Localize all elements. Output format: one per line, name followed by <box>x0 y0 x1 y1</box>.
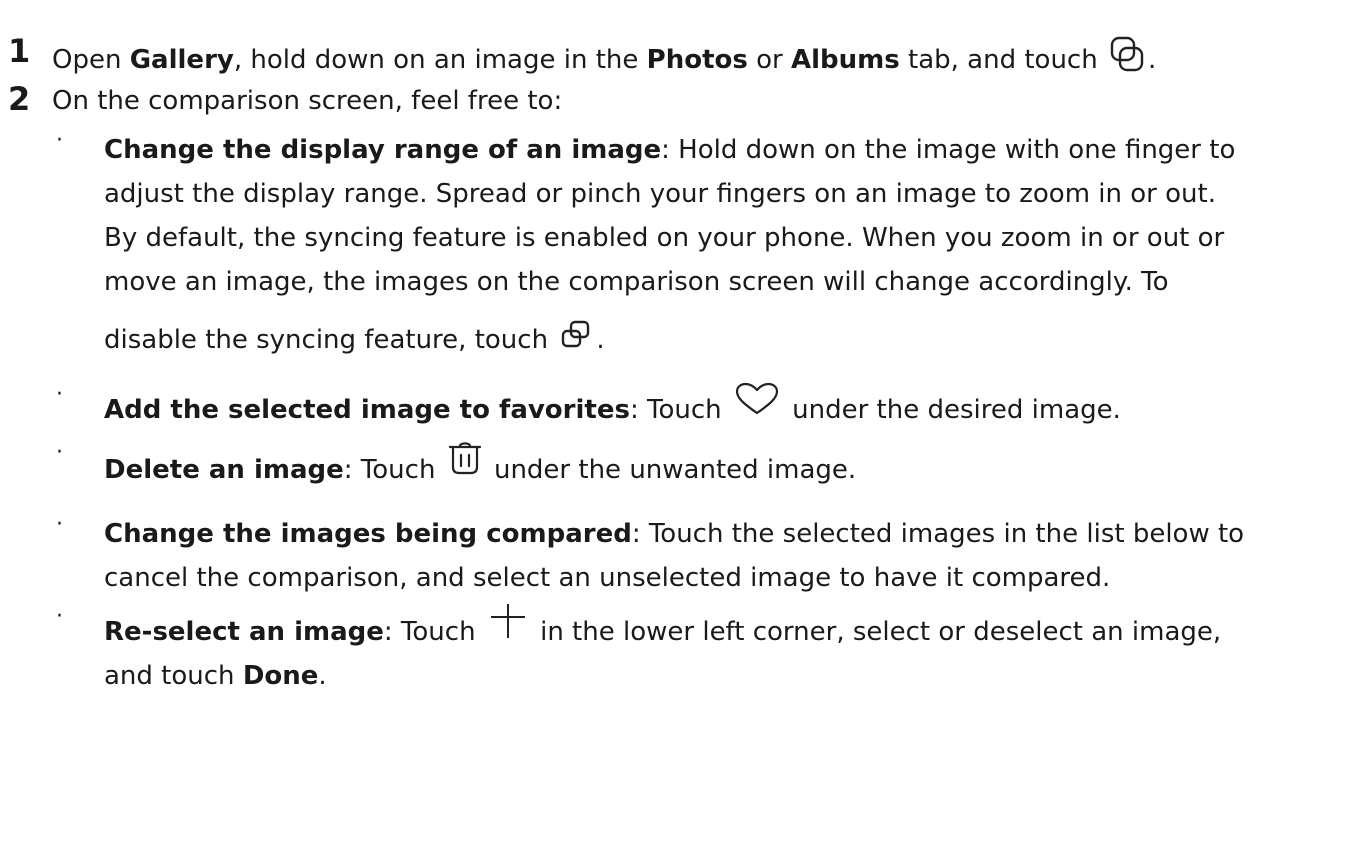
bullet-body: Change the images being compared: Touch … <box>104 519 1245 593</box>
plus-icon <box>488 604 528 640</box>
bullet-dot: · <box>56 440 63 465</box>
bullet-body: Change the display range of an image: Ho… <box>104 135 1236 355</box>
bullet-dot: · <box>56 512 63 537</box>
trash-icon <box>448 440 482 476</box>
step-number: 2 <box>8 80 31 118</box>
document-page: 1 Open Gallery, hold down on an image in… <box>0 0 1365 841</box>
step-text: Open Gallery, hold down on an image in t… <box>52 36 1156 77</box>
bullet-body: Re-select an image: Touch in the lower l… <box>104 604 1359 698</box>
bullet-title: Change the images being compared <box>104 519 632 549</box>
bullet-dot: · <box>56 128 63 153</box>
bold-photos: Photos <box>646 45 748 75</box>
bullet-body: Delete an image: Touch under the unwante… <box>104 440 1359 492</box>
bullet-title: Add the selected image to favorites <box>104 395 630 425</box>
heart-icon <box>734 382 780 416</box>
bullet-dot: · <box>56 382 63 407</box>
bold-albums: Albums <box>791 45 900 75</box>
step-text: On the comparison screen, feel free to: <box>52 86 563 116</box>
bold-gallery: Gallery <box>129 45 234 75</box>
step-number: 1 <box>8 32 31 70</box>
bullet-body: Add the selected image to favorites: Tou… <box>104 382 1359 432</box>
bold-done: Done <box>242 661 319 691</box>
bullet-title: Change the display range of an image <box>104 135 662 165</box>
sync-icon <box>560 320 592 350</box>
bullet-dot: · <box>56 604 63 629</box>
compare-icon <box>1110 36 1144 72</box>
bullet-title: Re-select an image <box>104 617 384 647</box>
bullet-title: Delete an image <box>104 455 344 485</box>
